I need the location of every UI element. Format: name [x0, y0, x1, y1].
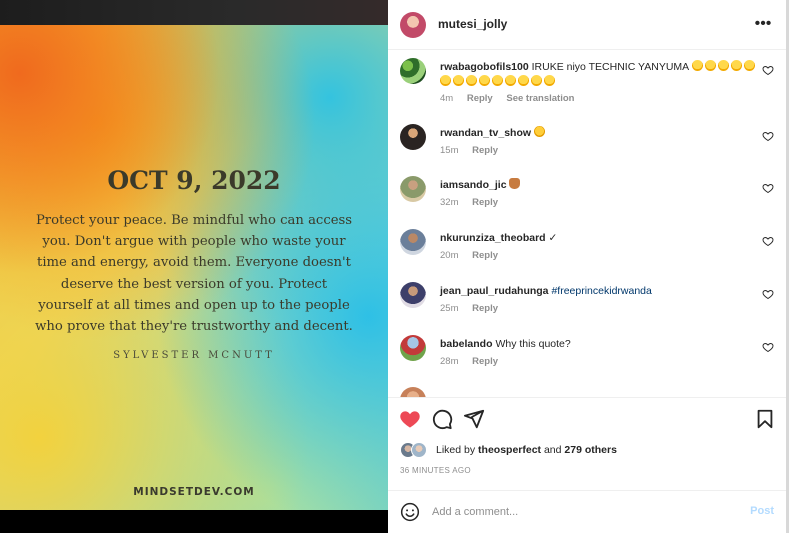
- liked-by-prefix: Liked by: [436, 444, 476, 456]
- comment-text: rwabagobofils100 IRUKE niyo TECHNIC YANY…: [440, 60, 760, 90]
- like-comment-heart-icon[interactable]: [762, 130, 774, 142]
- comment-meta: 28m Reply: [440, 356, 509, 367]
- add-comment-input[interactable]: [432, 501, 732, 523]
- add-comment-bar: Post: [388, 490, 786, 533]
- writing-hand-emoji: [509, 178, 521, 189]
- grinning-face-emoji: [730, 60, 742, 71]
- grinning-face-emoji: [717, 60, 729, 71]
- post-comment-button[interactable]: Post: [750, 505, 774, 517]
- comment-time: 25m: [440, 303, 459, 314]
- post-image[interactable]: OCT 9, 2022 Protect your peace. Be mindf…: [0, 25, 388, 510]
- comment-message: IRUKE niyo TECHNIC YANYUMA: [531, 61, 689, 73]
- like-comment-heart-icon[interactable]: [762, 341, 774, 353]
- reply-button[interactable]: Reply: [472, 303, 498, 314]
- post-details-panel: mutesi_jolly ••• rwabagobofils100 IRUKE …: [388, 0, 786, 533]
- grinning-face-emoji: [453, 75, 464, 86]
- commenter-avatar[interactable]: [400, 229, 426, 255]
- grinning-face-emoji: [544, 75, 555, 86]
- like-comment-heart-icon[interactable]: [762, 64, 774, 76]
- reply-button[interactable]: Reply: [472, 197, 498, 208]
- post-image-author: SYLVESTER MCNUTT: [113, 350, 275, 361]
- commenter-username[interactable]: nkurunziza_theobard: [440, 232, 546, 244]
- commenter-username[interactable]: iamsando_jic: [440, 179, 507, 191]
- comment-bubble-icon[interactable]: [431, 408, 453, 430]
- verified-check-mark: ✓: [548, 232, 558, 244]
- commenter-username[interactable]: rwabagobofils100: [440, 61, 529, 73]
- see-translation-button[interactable]: See translation: [506, 93, 574, 104]
- comment-time: 28m: [440, 356, 459, 367]
- comment-meta: 25m Reply: [440, 303, 509, 314]
- commenter-avatar[interactable]: [400, 58, 426, 84]
- comments-list[interactable]: rwabagobofils100 IRUKE niyo TECHNIC YANY…: [388, 50, 786, 397]
- comment-time: 32m: [440, 197, 459, 208]
- author-username[interactable]: mutesi_jolly: [438, 17, 507, 31]
- liked-by-username[interactable]: theosperfect: [478, 444, 541, 456]
- comment-message: Why this quote?: [495, 338, 571, 350]
- liked-by-avatars[interactable]: [400, 442, 430, 458]
- hashtag-link[interactable]: #freeprincekidrwanda: [551, 285, 651, 297]
- liked-by-and: and: [543, 444, 562, 456]
- heart-filled-icon[interactable]: [399, 408, 421, 430]
- reply-button[interactable]: Reply: [472, 356, 498, 367]
- grinning-face-emoji: [691, 60, 703, 71]
- like-comment-heart-icon[interactable]: [762, 288, 774, 300]
- liked-by-text: Liked by theosperfect and 279 others: [436, 444, 617, 456]
- reply-button[interactable]: Reply: [472, 250, 498, 261]
- post-image-site: MINDSETDEV.COM: [133, 486, 255, 498]
- comment-meta: 32m Reply: [440, 197, 509, 208]
- commenter-username[interactable]: babelando: [440, 338, 493, 350]
- author-avatar[interactable]: [400, 12, 426, 38]
- comment-time: 4m: [440, 93, 454, 104]
- commenter-avatar[interactable]: [400, 282, 426, 308]
- more-horizontal-icon[interactable]: •••: [752, 14, 774, 34]
- reply-button[interactable]: Reply: [472, 145, 498, 156]
- grinning-face-emoji: [466, 75, 477, 86]
- grinning-face-emoji: [704, 60, 716, 71]
- grinning-face-emoji: [440, 75, 451, 86]
- bookmark-icon[interactable]: [754, 408, 776, 430]
- comment-meta: 4m Reply See translation: [440, 93, 585, 104]
- like-comment-heart-icon[interactable]: [762, 182, 774, 194]
- commenter-avatar[interactable]: [400, 124, 426, 150]
- post-timestamp[interactable]: 36 MINUTES AGO: [400, 466, 471, 475]
- post-header: mutesi_jolly •••: [388, 0, 786, 50]
- grinning-face-emoji: [505, 75, 516, 86]
- grinning-face-emoji: [479, 75, 490, 86]
- grinning-face-emoji: [492, 75, 503, 86]
- reply-button[interactable]: Reply: [467, 93, 493, 104]
- emoji-smile-icon[interactable]: [400, 502, 420, 522]
- grinning-face-emoji: [531, 75, 542, 86]
- grinning-face-emoji: [518, 75, 529, 86]
- heart-eyes-emoji: [533, 126, 545, 137]
- comment-time: 15m: [440, 145, 459, 156]
- comment-text: jean_paul_rudahunga #freeprincekidrwanda: [440, 284, 760, 299]
- comment-text: iamsando_jic: [440, 178, 760, 193]
- comment-meta: 20m Reply: [440, 250, 509, 261]
- comment-time: 20m: [440, 250, 459, 261]
- commenter-avatar[interactable]: [400, 335, 426, 361]
- post-image-date: OCT 9, 2022: [107, 166, 281, 195]
- commenter-username[interactable]: rwandan_tv_show: [440, 127, 531, 139]
- commenter-username[interactable]: jean_paul_rudahunga: [440, 285, 549, 297]
- post-actions: Liked by theosperfect and 279 others 36 …: [388, 397, 786, 497]
- liker-avatar: [411, 442, 427, 458]
- commenter-avatar[interactable]: [400, 387, 426, 397]
- commenter-avatar[interactable]: [400, 176, 426, 202]
- comment-meta: 15m Reply: [440, 145, 509, 156]
- comment-text: nkurunziza_theobard ✓: [440, 231, 760, 246]
- likes-count-link[interactable]: 279 others: [564, 444, 617, 456]
- like-comment-heart-icon[interactable]: [762, 235, 774, 247]
- comment-text: rwandan_tv_show: [440, 126, 760, 141]
- post-image-quote: Protect your peace. Be mindful who can a…: [35, 213, 353, 335]
- grinning-face-emoji: [743, 60, 755, 71]
- paper-plane-icon[interactable]: [463, 408, 485, 430]
- comment-text: babelando Why this quote?: [440, 337, 760, 352]
